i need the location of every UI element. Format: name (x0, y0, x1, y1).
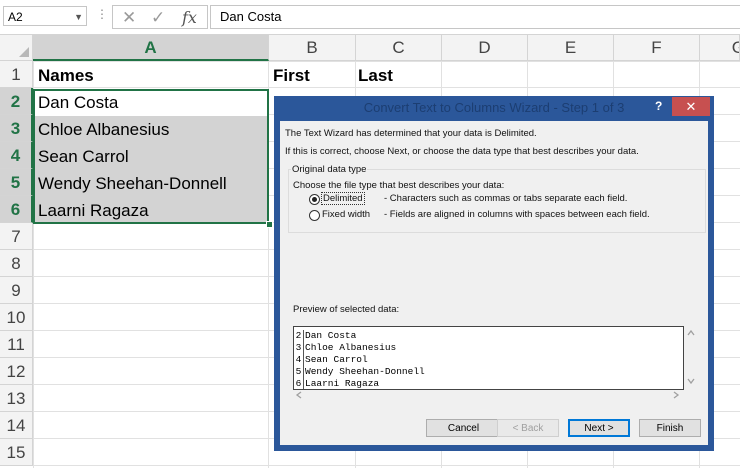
name-box-value: A2 (8, 10, 23, 24)
scroll-left-icon (295, 391, 302, 399)
column-header-e[interactable]: E (528, 35, 614, 61)
row-header-7[interactable]: 7 (0, 223, 33, 250)
finish-button[interactable]: Finish (639, 419, 701, 437)
close-button[interactable]: ✕ (672, 97, 710, 116)
confirm-entry-icon[interactable]: ✓ (151, 8, 165, 28)
group-title: Original data type (291, 164, 368, 175)
row-header-10[interactable]: 10 (0, 304, 33, 331)
column-header-b[interactable]: B (269, 35, 356, 61)
row-header-8[interactable]: 8 (0, 250, 33, 277)
preview-row-text: Dan Costa (305, 330, 357, 341)
cell-a5[interactable]: Wendy Sheehan-Donnell (34, 170, 269, 197)
preview-box[interactable]: 2 Dan Costa 3 Chloe Albanesius 4 Sean Carro… (293, 326, 684, 390)
chevron-down-icon[interactable]: ▼ (74, 7, 83, 27)
row-header-13[interactable]: 13 (0, 385, 33, 412)
cell-a2[interactable]: Dan Costa (34, 89, 269, 116)
column-header-a[interactable]: A (33, 35, 269, 61)
preview-row-num: 2 (294, 330, 304, 342)
preview-row-text: Wendy Sheehan-Donnell (305, 366, 425, 377)
cell-a6[interactable]: Laarni Ragaza (34, 197, 269, 224)
preview-row: 5 Wendy Sheehan-Donnell (294, 366, 425, 378)
scroll-right-icon (673, 391, 680, 399)
preview-row-text: Sean Carrol (305, 354, 368, 365)
preview-row: 4 Sean Carrol (294, 354, 368, 366)
next-button[interactable]: Next > (568, 419, 630, 437)
column-header-c[interactable]: C (356, 35, 442, 61)
scroll-up-icon (687, 329, 695, 336)
resize-handle-icon[interactable]: ⋮ (96, 7, 108, 21)
row-header-1[interactable]: 1 (0, 61, 33, 88)
preview-row-num: 4 (294, 354, 304, 366)
fixed-width-desc: - Fields are aligned in columns with spa… (384, 209, 650, 220)
preview-label: Preview of selected data: (293, 304, 400, 315)
delimited-label[interactable]: Delimited (321, 192, 365, 205)
row-header-15[interactable]: 15 (0, 439, 33, 466)
cell-a3[interactable]: Chloe Albanesius (34, 116, 269, 143)
cell-c1[interactable]: Last (354, 62, 441, 89)
preview-row-text: Chloe Albanesius (305, 342, 397, 353)
cancel-button[interactable]: Cancel (426, 419, 501, 437)
row-header-11[interactable]: 11 (0, 331, 33, 358)
choose-label: Choose the file type that best describes… (293, 180, 505, 191)
row-header-4[interactable]: 4 (0, 142, 33, 169)
column-header-d[interactable]: D (442, 35, 528, 61)
row-header-14[interactable]: 14 (0, 412, 33, 439)
fixed-width-label[interactable]: Fixed width (322, 209, 370, 220)
preview-vertical-scrollbar[interactable] (684, 326, 698, 388)
formula-bar: A2 ▼ ⋮ ✕ ✓ fx Dan Costa (0, 0, 740, 35)
row-header-12[interactable]: 12 (0, 358, 33, 385)
preview-row: 3 Chloe Albanesius (294, 342, 396, 354)
preview-row-num: 3 (294, 342, 304, 354)
cell-b1[interactable]: First (269, 62, 356, 89)
delimited-desc: - Characters such as commas or tabs sepa… (384, 193, 628, 204)
scroll-down-icon (687, 378, 695, 385)
column-header-f[interactable]: F (614, 35, 700, 61)
cancel-entry-icon[interactable]: ✕ (122, 8, 136, 28)
cell-a4[interactable]: Sean Carrol (34, 143, 269, 170)
row-header-3[interactable]: 3 (0, 115, 33, 142)
intro-text-2: If this is correct, choose Next, or choo… (285, 146, 639, 157)
fixed-width-radio[interactable] (309, 210, 320, 221)
insert-function-icon[interactable]: fx (182, 8, 197, 27)
name-box[interactable]: A2 ▼ (3, 6, 87, 26)
row-header-5[interactable]: 5 (0, 169, 33, 196)
close-icon: ✕ (685, 99, 697, 114)
intro-text-1: The Text Wizard has determined that your… (285, 128, 537, 139)
column-header-g-label: G (732, 38, 739, 57)
text-to-columns-dialog: Convert Text to Columns Wizard - Step 1 … (274, 96, 714, 451)
preview-horizontal-scrollbar[interactable] (293, 389, 682, 401)
formula-buttons: ✕ ✓ fx (112, 5, 208, 29)
preview-row-num: 5 (294, 366, 304, 378)
help-icon[interactable]: ? (655, 99, 662, 113)
select-all-button[interactable] (0, 35, 33, 61)
dialog-title: Convert Text to Columns Wizard - Step 1 … (363, 100, 625, 115)
formula-input[interactable]: Dan Costa (210, 5, 740, 29)
delimited-radio[interactable] (309, 194, 320, 205)
preview-row: 2 Dan Costa (294, 330, 356, 342)
dialog-body: The Text Wizard has determined that your… (280, 121, 708, 445)
row-header-2[interactable]: 2 (0, 88, 33, 115)
row-header-9[interactable]: 9 (0, 277, 33, 304)
row-header-6[interactable]: 6 (0, 196, 33, 223)
preview-row-text: Laarni Ragaza (305, 378, 380, 389)
cell-a1[interactable]: Names (34, 62, 269, 89)
back-button[interactable]: < Back (497, 419, 559, 437)
column-header-g[interactable]: G (700, 35, 740, 61)
